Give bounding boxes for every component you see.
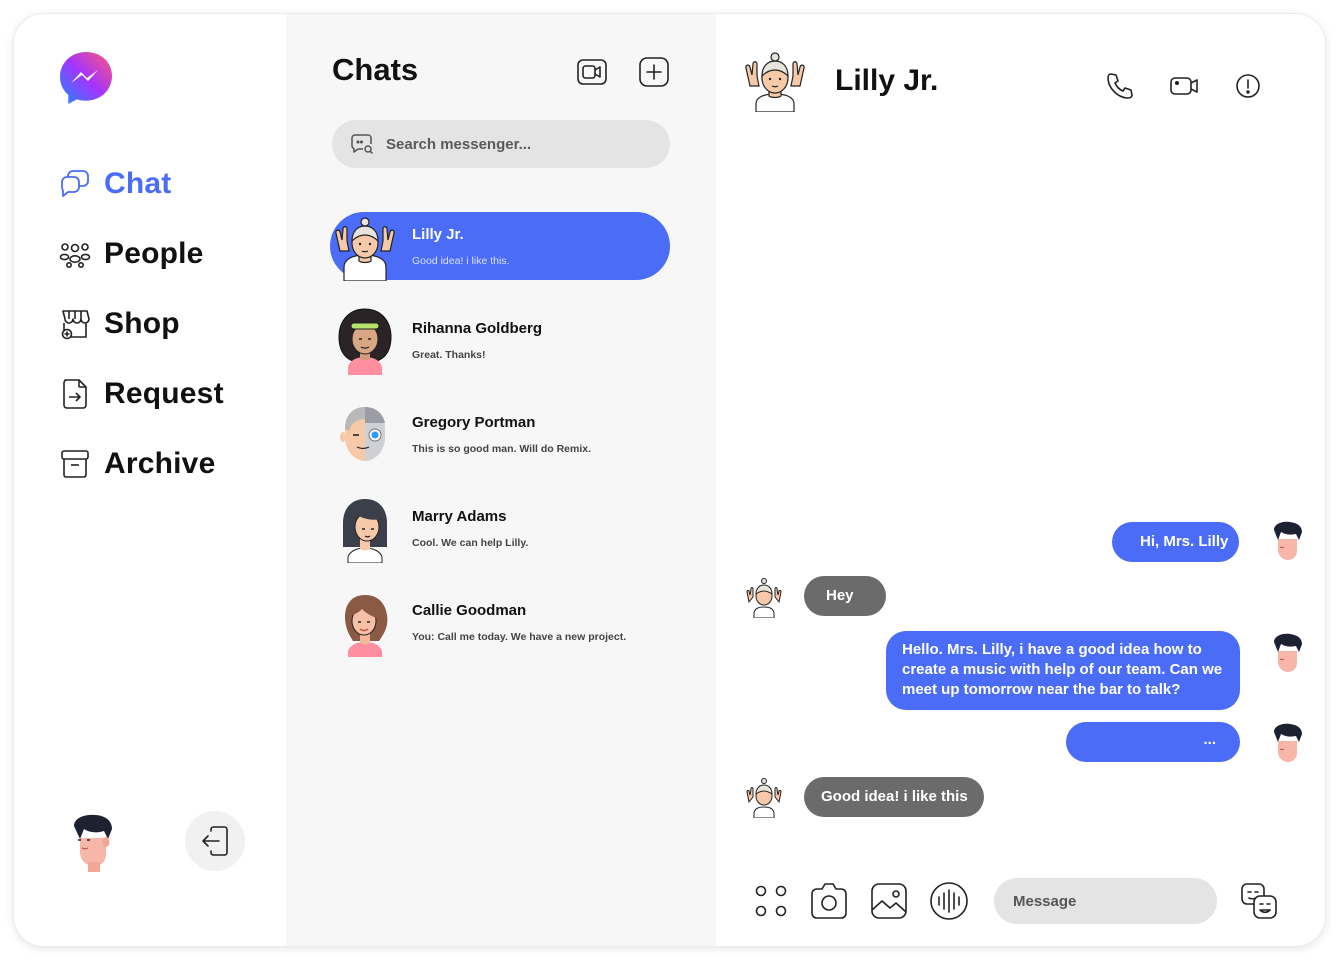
chat-list-panel: Chats Search messenger... Lilly Jr. Good… <box>286 14 716 946</box>
conversation-name: Marry Adams <box>412 507 507 525</box>
shop-icon <box>58 307 92 341</box>
message-input[interactable] <box>994 878 1217 924</box>
contact-avatar[interactable] <box>740 48 810 112</box>
conversation-item[interactable]: Callie Goodman You: Call me today. We ha… <box>330 588 670 657</box>
search-chat-icon <box>351 134 374 155</box>
video-call-icon[interactable] <box>1168 70 1200 102</box>
conversation-preview: You: Call me today. We have a new projec… <box>412 630 627 643</box>
camera-icon[interactable] <box>808 880 850 922</box>
search-input[interactable] <box>386 135 646 153</box>
nav-item-people[interactable]: People <box>58 234 224 274</box>
conversation-item[interactable]: Marry Adams Cool. We can help Lilly. <box>330 494 670 563</box>
message-row: Hey <box>804 576 886 616</box>
message-bubble-outgoing[interactable]: Hi, Mrs. Lilly <box>1112 522 1239 562</box>
logout-icon <box>202 826 228 856</box>
conversation-item[interactable]: Lilly Jr. Good idea! i like this. <box>330 212 670 281</box>
my-avatar-small <box>1274 521 1302 560</box>
message-row: Hello. Mrs. Lilly, i have a good idea ho… <box>886 631 1240 710</box>
messenger-app: Chat People Shop Request Archive Chats S… <box>14 14 1325 946</box>
lilly-avatar <box>335 217 395 281</box>
nav-label: Chat <box>104 167 172 200</box>
nav-item-shop[interactable]: Shop <box>58 304 224 344</box>
apps-icon[interactable] <box>750 880 792 922</box>
conversation-preview: Good idea! i like this. <box>412 254 510 267</box>
conversation-preview: Cool. We can help Lilly. <box>412 536 529 549</box>
left-nav: Chat People Shop Request Archive <box>14 14 286 946</box>
conversation-preview: This is so good man. Will do Remix. <box>412 442 592 455</box>
message-bubble-outgoing[interactable]: Hello. Mrs. Lilly, i have a good idea ho… <box>886 631 1240 710</box>
voice-icon[interactable] <box>928 880 970 922</box>
request-icon <box>58 377 92 411</box>
nav-label: Request <box>104 377 224 410</box>
nav-item-chat[interactable]: Chat <box>58 164 224 204</box>
conversation-preview: Great. Thanks! <box>412 348 486 361</box>
conversation-item[interactable]: Gregory Portman This is so good man. Wil… <box>330 400 670 468</box>
nav-item-archive[interactable]: Archive <box>58 444 224 484</box>
message-row: ... <box>1066 722 1240 762</box>
people-icon <box>58 237 92 271</box>
conversation-name: Lilly Jr. <box>412 225 464 243</box>
rihanna-avatar <box>338 308 392 375</box>
conversation-name: Callie Goodman <box>412 601 527 619</box>
contact-name: Lilly Jr. <box>835 64 939 97</box>
nav-list: Chat People Shop Request Archive <box>58 164 224 514</box>
marry-avatar <box>343 499 387 563</box>
new-chat-icon[interactable] <box>638 56 670 88</box>
contact-avatar-small <box>746 778 782 818</box>
message-bubble-incoming[interactable]: Good idea! i like this <box>804 777 984 817</box>
logout-button[interactable] <box>185 811 245 871</box>
message-row: Good idea! i like this <box>804 777 984 817</box>
nav-label: Archive <box>104 447 216 480</box>
message-bubble-outgoing[interactable]: ... <box>1066 722 1240 762</box>
my-avatar-small <box>1274 723 1302 762</box>
nav-label: Shop <box>104 307 180 340</box>
conversation-panel: Lilly Jr. Hi, Mrs. Lilly Hey Hello. Mrs.… <box>716 14 1325 946</box>
contact-avatar-small <box>746 578 782 618</box>
conversation-name: Rihanna Goldberg <box>412 319 543 337</box>
nav-label: People <box>104 237 204 270</box>
image-icon[interactable] <box>868 880 910 922</box>
message-bubble-incoming[interactable]: Hey <box>804 576 886 616</box>
gregory-avatar <box>340 407 385 461</box>
info-icon[interactable] <box>1232 70 1264 102</box>
callie-avatar <box>345 595 388 657</box>
conversation-name: Gregory Portman <box>412 413 536 431</box>
messenger-logo[interactable] <box>58 50 114 106</box>
my-avatar[interactable] <box>66 812 118 872</box>
chats-title: Chats <box>332 52 419 87</box>
message-row: Hi, Mrs. Lilly <box>1112 522 1239 562</box>
my-avatar-small <box>1274 633 1302 672</box>
video-call-icon[interactable] <box>576 56 608 88</box>
chat-bubbles-icon <box>58 167 92 201</box>
nav-item-request[interactable]: Request <box>58 374 224 414</box>
emoji-icon[interactable] <box>1238 880 1280 922</box>
conversation-item[interactable]: Rihanna Goldberg Great. Thanks! <box>330 306 670 375</box>
phone-icon[interactable] <box>1104 70 1136 102</box>
search-bar <box>332 120 670 168</box>
archive-icon <box>58 447 92 481</box>
